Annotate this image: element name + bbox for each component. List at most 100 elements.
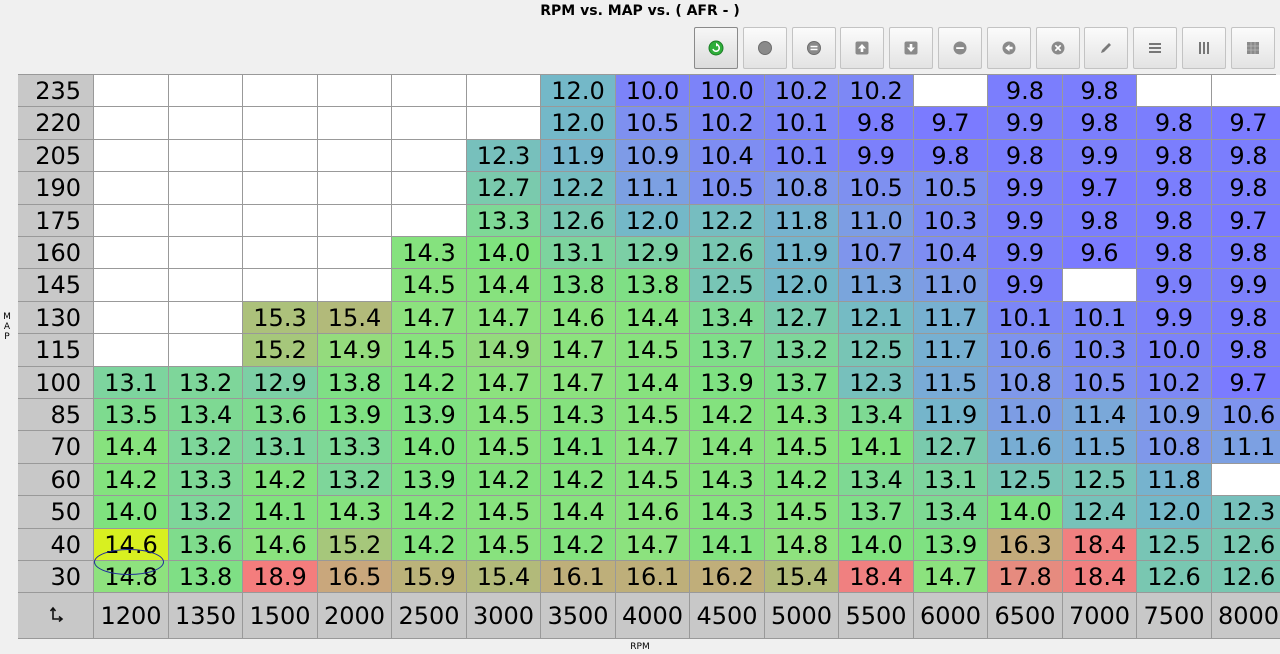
table-cell[interactable]: 12.5 [1063, 464, 1137, 496]
table-cell[interactable]: 9.8 [1137, 140, 1212, 172]
table-cell[interactable] [318, 172, 392, 205]
table-cell[interactable]: 14.5 [616, 334, 690, 367]
table-cell[interactable]: 14.3 [765, 399, 839, 431]
table-cell[interactable]: 12.5 [839, 334, 914, 367]
table-cell[interactable]: 10.9 [1137, 399, 1212, 431]
table-cell[interactable] [94, 107, 169, 140]
table-cell[interactable]: 13.7 [839, 496, 914, 529]
table-cell[interactable]: 14.2 [392, 529, 467, 561]
table-cell[interactable]: 14.5 [616, 464, 690, 496]
table-cell[interactable]: 9.8 [1063, 75, 1137, 107]
table-cell[interactable] [392, 75, 467, 107]
table-cell[interactable]: 13.6 [169, 529, 243, 561]
table-cell[interactable]: 11.5 [914, 367, 988, 399]
table-cell[interactable]: 12.0 [541, 107, 616, 140]
table-cell[interactable]: 11.1 [1212, 431, 1280, 464]
table-cell[interactable] [1212, 464, 1280, 496]
table-cell[interactable]: 9.9 [839, 140, 914, 172]
equals-button[interactable] [792, 27, 836, 69]
table-cell[interactable]: 14.5 [467, 399, 541, 431]
table-cell[interactable]: 10.3 [1063, 334, 1137, 367]
table-cell[interactable] [243, 269, 318, 302]
table-cell[interactable]: 11.7 [914, 302, 988, 334]
table-cell[interactable]: 14.4 [616, 302, 690, 334]
table-cell[interactable]: 15.9 [392, 561, 467, 593]
table-cell[interactable]: 9.9 [988, 107, 1063, 140]
table-cell[interactable]: 14.2 [392, 496, 467, 529]
minus-button[interactable] [938, 27, 982, 69]
table-cell[interactable]: 9.9 [1063, 140, 1137, 172]
table-cell[interactable]: 16.5 [318, 561, 392, 593]
table-cell[interactable]: 13.1 [914, 464, 988, 496]
table-cell[interactable]: 14.0 [467, 237, 541, 269]
table-cell[interactable] [243, 237, 318, 269]
table-cell[interactable]: 9.9 [1137, 269, 1212, 302]
table-cell[interactable]: 11.9 [541, 140, 616, 172]
table-cell[interactable]: 9.8 [1137, 107, 1212, 140]
table-cell[interactable]: 9.7 [1063, 172, 1137, 205]
table-cell[interactable]: 14.4 [94, 431, 169, 464]
table-cell[interactable]: 10.1 [765, 140, 839, 172]
columns-button[interactable] [1182, 27, 1226, 69]
table-cell[interactable] [94, 205, 169, 237]
edit-button[interactable] [1084, 27, 1128, 69]
table-cell[interactable]: 14.1 [839, 431, 914, 464]
table-cell[interactable] [169, 107, 243, 140]
table-cell[interactable]: 9.8 [988, 75, 1063, 107]
table-cell[interactable] [392, 140, 467, 172]
table-cell[interactable]: 12.6 [1137, 561, 1212, 593]
table-cell[interactable]: 13.9 [318, 399, 392, 431]
table-cell[interactable]: 10.5 [839, 172, 914, 205]
table-cell[interactable]: 13.4 [169, 399, 243, 431]
table-cell[interactable]: 12.9 [243, 367, 318, 399]
table-cell[interactable]: 14.5 [765, 431, 839, 464]
table-cell[interactable]: 9.8 [1063, 205, 1137, 237]
table-cell[interactable]: 12.3 [467, 140, 541, 172]
table-cell[interactable]: 13.2 [169, 496, 243, 529]
table-cell[interactable]: 13.7 [690, 334, 765, 367]
table-cell[interactable]: 11.4 [1063, 399, 1137, 431]
table-cell[interactable]: 18.4 [839, 561, 914, 593]
table-cell[interactable]: 9.9 [988, 172, 1063, 205]
table-cell[interactable]: 14.0 [94, 496, 169, 529]
table-cell[interactable]: 14.6 [541, 302, 616, 334]
table-cell[interactable]: 11.9 [765, 237, 839, 269]
table-cell[interactable]: 14.8 [94, 561, 169, 593]
table-cell[interactable] [169, 205, 243, 237]
table-cell[interactable]: 9.9 [988, 237, 1063, 269]
table-cell[interactable] [169, 172, 243, 205]
table-cell[interactable] [318, 107, 392, 140]
table-cell[interactable]: 11.1 [616, 172, 690, 205]
table-cell[interactable]: 13.8 [616, 269, 690, 302]
table-cell[interactable]: 12.4 [1063, 496, 1137, 529]
table-cell[interactable]: 14.0 [392, 431, 467, 464]
table-cell[interactable]: 13.9 [392, 399, 467, 431]
table-cell[interactable]: 13.7 [765, 367, 839, 399]
table-cell[interactable]: 14.7 [541, 367, 616, 399]
table-cell[interactable]: 9.8 [839, 107, 914, 140]
table-cell[interactable]: 18.4 [1063, 529, 1137, 561]
table-cell[interactable]: 14.5 [616, 399, 690, 431]
table-cell[interactable]: 12.0 [541, 75, 616, 107]
table-cell[interactable]: 14.0 [988, 496, 1063, 529]
up-button[interactable] [840, 27, 884, 69]
table-cell[interactable]: 16.2 [690, 561, 765, 593]
table-cell[interactable] [318, 205, 392, 237]
table-cell[interactable]: 14.6 [616, 496, 690, 529]
table-cell[interactable]: 14.1 [541, 431, 616, 464]
table-cell[interactable] [94, 140, 169, 172]
table-cell[interactable]: 13.4 [914, 496, 988, 529]
table-cell[interactable]: 18.4 [1063, 561, 1137, 593]
table-cell[interactable]: 12.3 [839, 367, 914, 399]
table-cell[interactable]: 13.9 [690, 367, 765, 399]
table-cell[interactable]: 10.5 [616, 107, 690, 140]
table-cell[interactable]: 11.8 [1137, 464, 1212, 496]
table-cell[interactable]: 15.2 [243, 334, 318, 367]
table-cell[interactable]: 14.7 [914, 561, 988, 593]
table-cell[interactable]: 14.6 [243, 529, 318, 561]
table-cell[interactable]: 13.3 [318, 431, 392, 464]
table-cell[interactable]: 15.4 [318, 302, 392, 334]
table-cell[interactable] [243, 140, 318, 172]
table-cell[interactable]: 10.2 [690, 107, 765, 140]
table-cell[interactable]: 17.8 [988, 561, 1063, 593]
